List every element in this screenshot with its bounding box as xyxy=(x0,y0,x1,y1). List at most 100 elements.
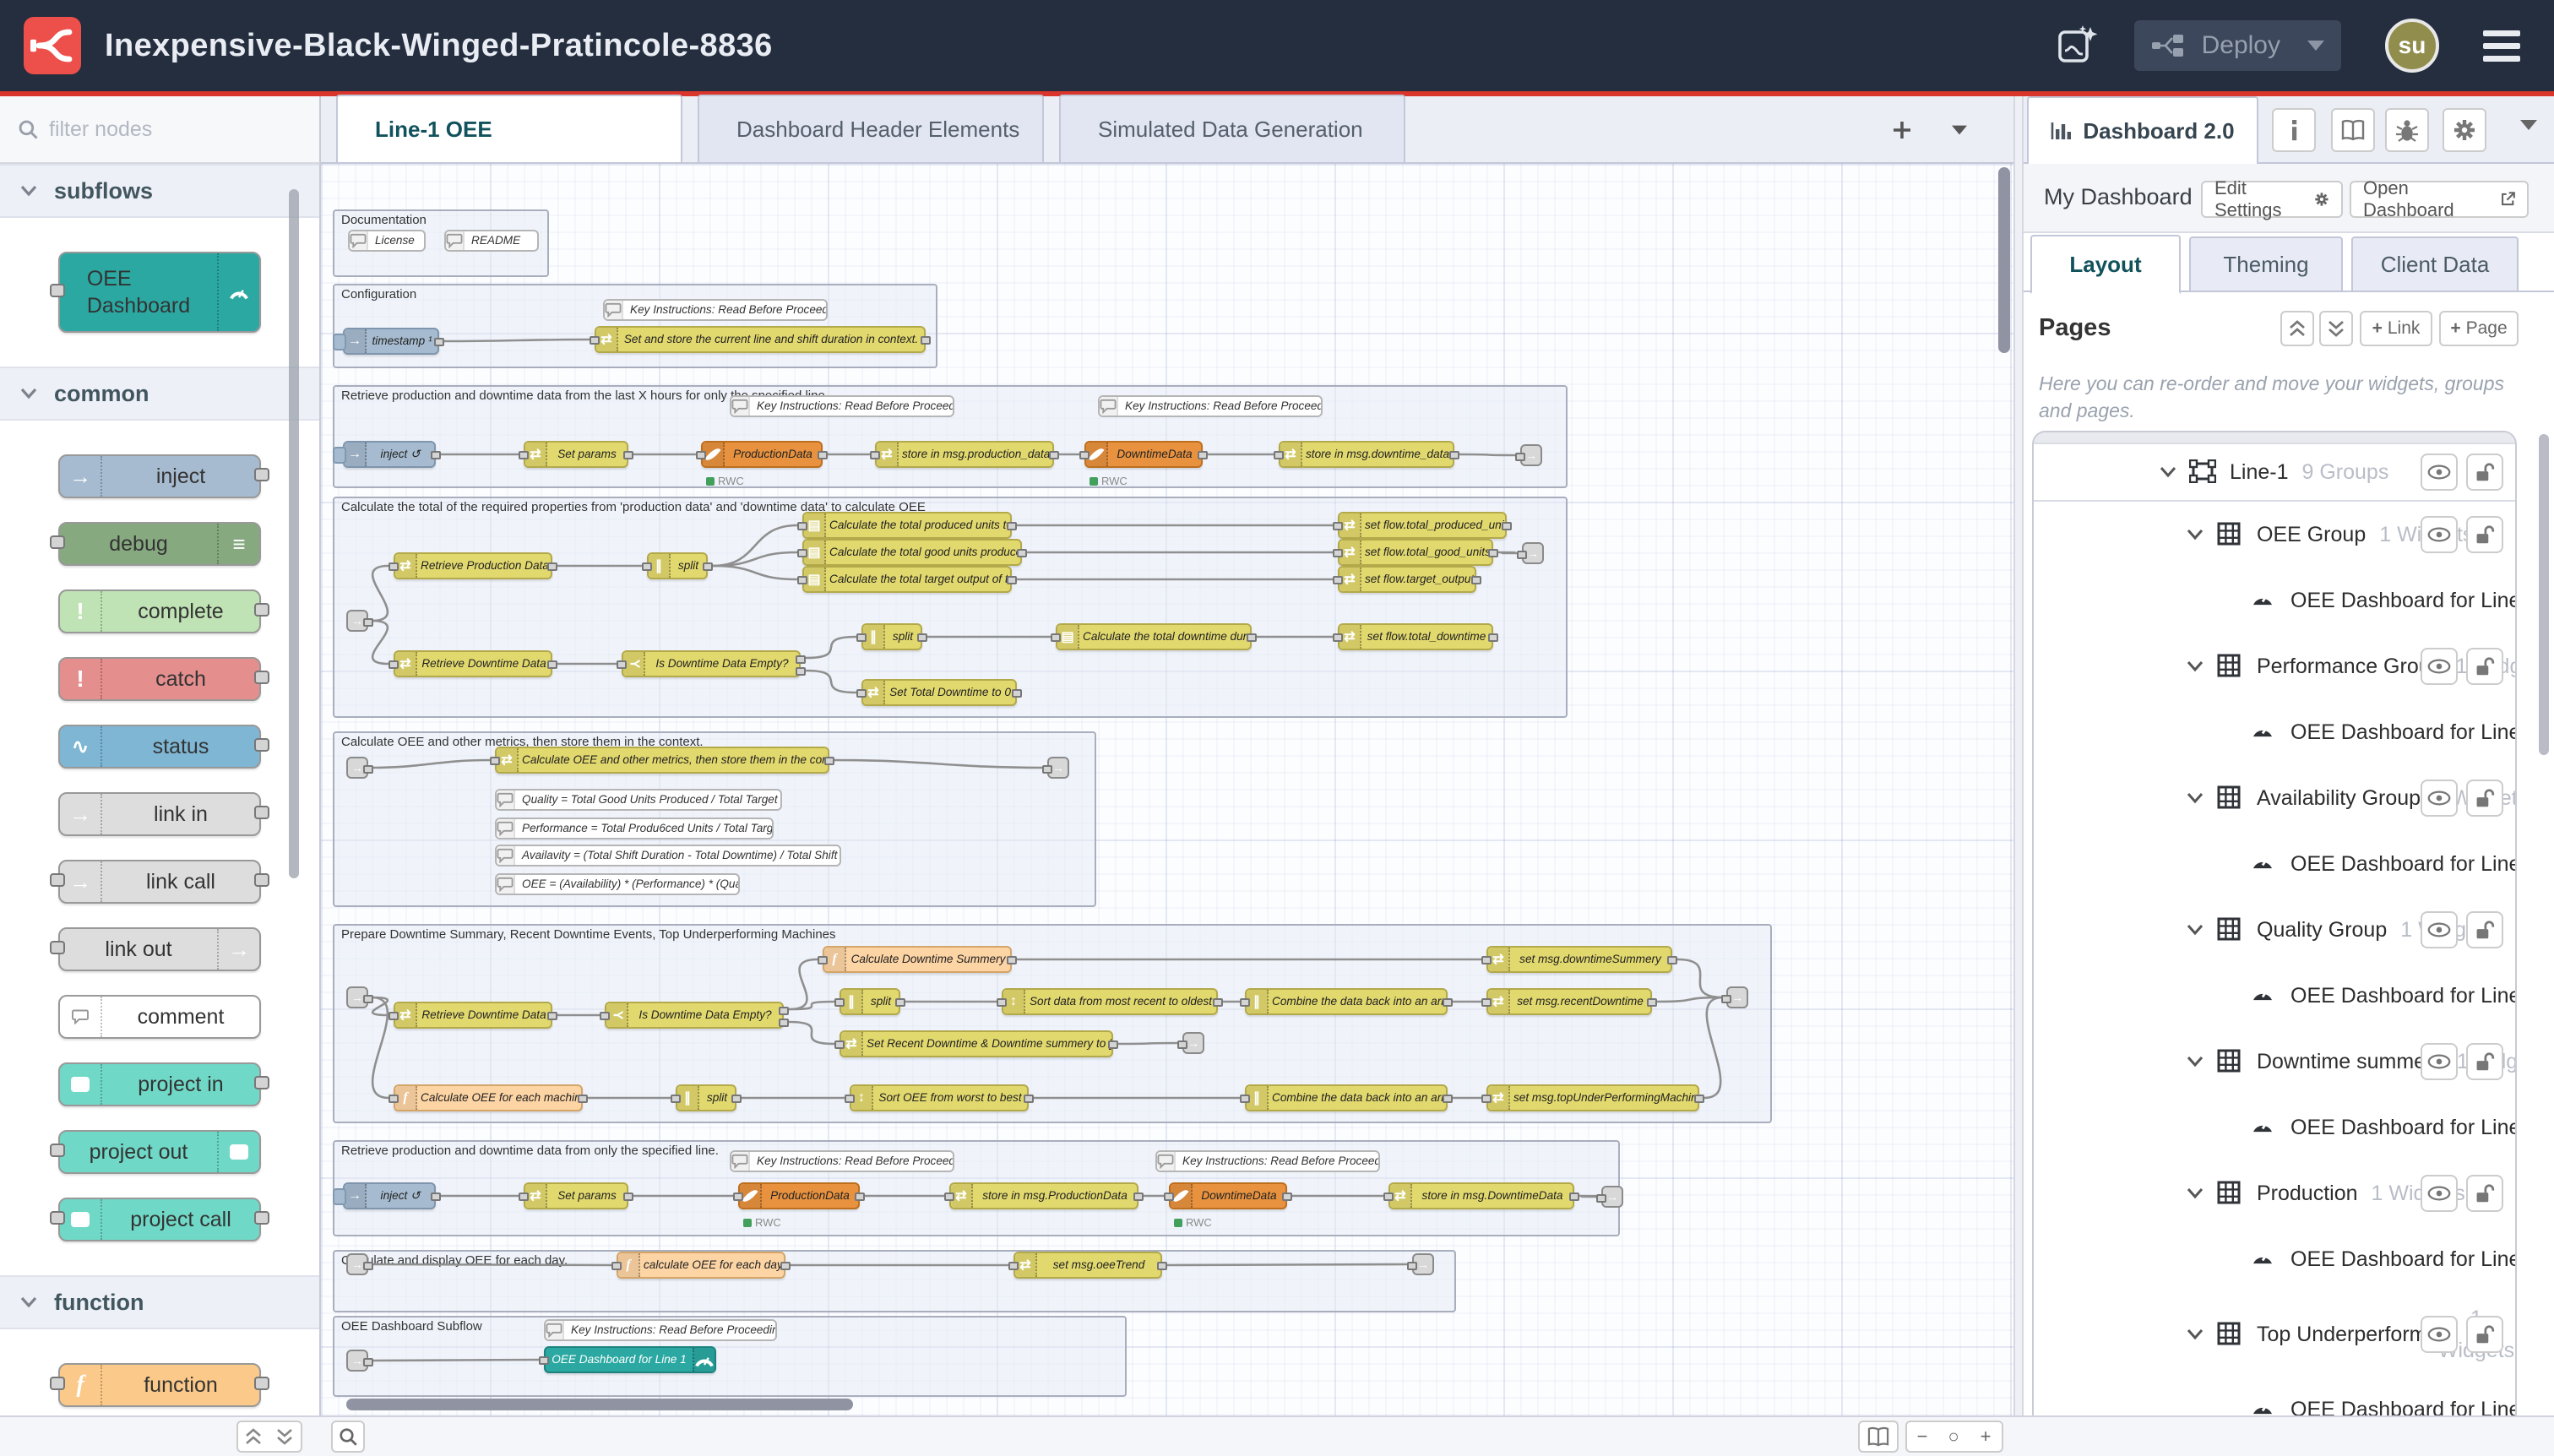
palette-search[interactable]: filter nodes xyxy=(0,96,321,164)
flow-node-change[interactable]: ⇄set msg.oeeTrend xyxy=(1013,1252,1162,1279)
tree-row-widget[interactable]: OEE Dashboard for Line 1 xyxy=(2034,1226,2515,1292)
flow-node-change[interactable]: ⇄store in msg.downtime_data xyxy=(1279,441,1454,468)
palette-node-catch[interactable]: !catch xyxy=(58,657,261,701)
flow-comment-node[interactable]: Performance = Total Produ6ced Units / To… xyxy=(495,818,774,839)
flow-node-calc[interactable]: ▤Calculate the total good units produced… xyxy=(802,539,1022,566)
flow-node-linkout[interactable]: → xyxy=(1601,1186,1623,1208)
flow-node-split[interactable]: ∥split xyxy=(647,552,708,579)
flow-node-db[interactable]: ProductionDataRWC xyxy=(701,441,823,468)
palette-node-inject[interactable]: →inject xyxy=(58,454,261,498)
flow-comment-node[interactable]: Quality = Total Good Units Produced / To… xyxy=(495,789,782,811)
flow-wire[interactable] xyxy=(789,1022,834,1044)
flow-comment-node[interactable]: Key Instructions: Read Before Proceeding xyxy=(544,1319,777,1341)
flow-node-calc[interactable]: ▤Calculate the total produced units toda… xyxy=(802,512,1012,539)
sidebar-subtab-layout[interactable]: Layout xyxy=(2030,235,2181,294)
add-link-button[interactable]: +Link xyxy=(2360,311,2432,346)
flow-node-split[interactable]: ∥split xyxy=(861,623,922,650)
flow-node-change[interactable]: ⇄Set Total Downtime to 0 xyxy=(861,679,1017,706)
help-book-button[interactable] xyxy=(2331,108,2375,152)
flow-wire[interactable] xyxy=(444,340,590,341)
tree-row-group[interactable]: Performance Group1 Widgets xyxy=(2034,633,2515,699)
chevron-down-icon[interactable] xyxy=(2186,792,2204,804)
tree-row-widget[interactable]: OEE Dashboard for Line 1 xyxy=(2034,568,2515,633)
visibility-eye-button[interactable] xyxy=(2421,780,2458,817)
tree-row-group[interactable]: Top Underperformi...1Widgets xyxy=(2034,1292,2515,1377)
flow-wire[interactable] xyxy=(372,1360,539,1361)
deploy-button[interactable]: Deploy xyxy=(2134,20,2341,71)
info-button[interactable] xyxy=(2272,108,2316,152)
flow-node-change[interactable]: ⇄set flow.total_good_units xyxy=(1338,539,1493,566)
zoom-in-button[interactable]: + xyxy=(1970,1421,2003,1453)
palette-expand-button[interactable] xyxy=(269,1421,302,1453)
palette-collapse-button[interactable] xyxy=(236,1421,270,1453)
flow-wire[interactable] xyxy=(789,959,818,1009)
flow-node-linkout[interactable]: → xyxy=(1522,542,1544,564)
settings-gear-button[interactable] xyxy=(2443,108,2486,152)
flow-node-linkout[interactable]: → xyxy=(1726,986,1748,1008)
tree-row-group[interactable]: OEE Group1 Widgets xyxy=(2034,502,2515,568)
flow-node-change[interactable]: ⇄Set and store the current line and shif… xyxy=(595,326,926,353)
flow-wire[interactable] xyxy=(834,760,1044,768)
palette-node-project-out[interactable]: project out xyxy=(58,1130,261,1174)
flow-node-change[interactable]: ⇄set msg.downtimeSummery xyxy=(1486,946,1672,973)
add-flow-button[interactable] xyxy=(1885,113,1919,147)
palette-node-status[interactable]: ∿status xyxy=(58,725,261,769)
flow-node-sort[interactable]: ↕Sort OEE from worst to best xyxy=(850,1084,1029,1111)
flow-wire[interactable] xyxy=(372,566,389,621)
visibility-eye-button[interactable] xyxy=(2421,1043,2458,1080)
flow-node-calc[interactable]: ▤Calculate the total target output of to… xyxy=(802,566,1012,593)
visibility-eye-button[interactable] xyxy=(2421,1316,2458,1353)
chevron-down-icon[interactable] xyxy=(2186,1056,2204,1068)
flow-node-join[interactable]: ∥Combine the data back into an array. xyxy=(1245,1084,1448,1111)
zoom-out-button[interactable]: − xyxy=(1905,1421,1939,1453)
tree-row-widget[interactable]: OEE Dashboard for Line 1 xyxy=(2034,699,2515,765)
chevron-down-icon[interactable] xyxy=(2186,1328,2204,1340)
flow-node-db[interactable]: ProductionDataRWC xyxy=(738,1182,860,1209)
flow-node-change[interactable]: ⇄Calculate OEE and other metrics, then s… xyxy=(495,747,829,774)
lock-button[interactable] xyxy=(2466,911,2503,948)
sidebar-scrollbar[interactable] xyxy=(2539,434,2549,755)
lock-button[interactable] xyxy=(2466,780,2503,817)
sidebar-splitter[interactable] xyxy=(2013,96,2024,1415)
lock-button[interactable] xyxy=(2466,1175,2503,1212)
palette-node-debug[interactable]: debug≡ xyxy=(58,522,261,566)
canvas-vscrollbar[interactable] xyxy=(1998,167,2010,1383)
flow-node-change[interactable]: ⇄Set Recent Downtime & Downtime summery … xyxy=(840,1030,1113,1057)
flow-wire[interactable] xyxy=(789,1002,834,1009)
flow-node-join[interactable]: ∥Combine the data back into an array. xyxy=(1245,988,1448,1015)
palette-scrollbar[interactable] xyxy=(289,189,299,878)
palette-node-link-out[interactable]: link out→ xyxy=(58,927,261,971)
tree-row-widget[interactable]: OEE Dashboard for Line 1 xyxy=(2034,1095,2515,1160)
visibility-eye-button[interactable] xyxy=(2421,1175,2458,1212)
flow-node-change[interactable]: ⇄store in msg.DowntimeData xyxy=(1388,1182,1574,1209)
expand-all-button[interactable] xyxy=(2319,311,2353,346)
flow-node-calc[interactable]: ▤Calculate the total downtime duration xyxy=(1056,623,1252,650)
flow-wire[interactable] xyxy=(1459,454,1517,455)
flow-node-db[interactable]: DowntimeDataRWC xyxy=(1169,1182,1287,1209)
chevron-down-icon[interactable] xyxy=(2186,660,2204,672)
flow-comment-node[interactable]: Key Instructions: Read Before Proceeding xyxy=(1098,395,1323,417)
sidebar-tab-dashboard[interactable]: Dashboard 2.0 xyxy=(2027,96,2258,164)
flow-comment-node[interactable]: README xyxy=(444,230,539,252)
tree-row-widget[interactable]: OEE Dashboard for Line 1 xyxy=(2034,1377,2515,1415)
flow-wire[interactable] xyxy=(1677,959,1723,997)
flow-node-func[interactable]: fCalculate Downtime Summery xyxy=(823,946,1012,973)
sidebar-caret-icon[interactable] xyxy=(2520,120,2540,130)
flow-node-inject[interactable]: →inject ↺ xyxy=(343,441,436,468)
flow-comment-node[interactable]: Availavity = (Total Shift Duration - Tot… xyxy=(495,845,841,867)
flow-wire[interactable] xyxy=(1704,997,1723,1098)
lock-button[interactable] xyxy=(2466,454,2503,491)
flow-wire[interactable] xyxy=(372,760,490,768)
palette-node-project-in[interactable]: project in xyxy=(58,1062,261,1106)
palette-category-common[interactable]: common xyxy=(0,367,319,421)
flow-wire[interactable] xyxy=(806,671,856,693)
flow-node-inject[interactable]: →timestamp ¹ xyxy=(343,328,439,355)
flow-node-change[interactable]: ⇄Retrieve Downtime Data xyxy=(394,1002,552,1029)
tree-row-group[interactable]: Quality Group1 Widgets xyxy=(2034,897,2515,963)
flow-node-change[interactable]: ⇄Set params xyxy=(524,441,628,468)
sidebar-subtab-theming[interactable]: Theming xyxy=(2189,236,2343,292)
chevron-down-icon[interactable] xyxy=(2186,1187,2204,1199)
flow-wire[interactable] xyxy=(1167,1264,1409,1265)
flow-node-change[interactable]: ⇄store in msg.production_data xyxy=(875,441,1054,468)
flow-tab-3[interactable]: Simulated Data Generation xyxy=(1059,95,1405,162)
